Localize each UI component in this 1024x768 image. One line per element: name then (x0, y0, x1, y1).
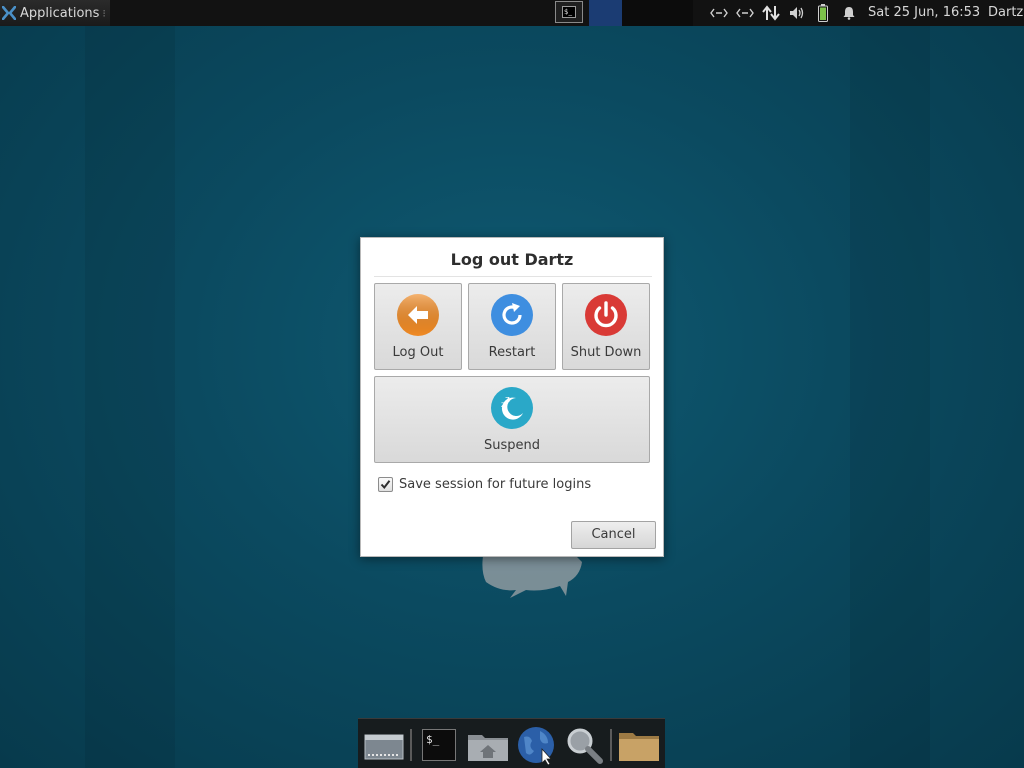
terminal-task-icon: $_ (562, 6, 576, 18)
save-session-row[interactable]: Save session for future logins (378, 477, 591, 492)
restart-button[interactable]: Restart (468, 283, 556, 370)
battery-icon[interactable] (810, 0, 836, 26)
shutdown-button[interactable]: Shut Down (562, 283, 650, 370)
dock-separator (410, 729, 412, 761)
save-session-checkbox[interactable] (378, 477, 393, 492)
search-icon[interactable] (562, 725, 606, 765)
system-tray (706, 0, 862, 26)
workspace-1-button[interactable] (589, 0, 622, 26)
wallpaper-band-left (85, 26, 175, 768)
volume-icon[interactable] (784, 0, 810, 26)
logout-button[interactable]: Log Out (374, 283, 462, 370)
workspace-2-button[interactable] (622, 0, 693, 26)
restart-label: Restart (488, 345, 536, 360)
restart-icon (491, 294, 533, 336)
dock-separator-2 (610, 729, 612, 761)
svg-text:z: z (505, 395, 510, 405)
top-panel: Applications ⁝ $_ Sat 25 Jun, 16:53 Dart… (0, 0, 1024, 26)
panel-separator: ⁝ (102, 6, 106, 20)
network-icon-2[interactable] (732, 0, 758, 26)
suspend-label: Suspend (483, 438, 540, 453)
applications-label: Applications (20, 5, 100, 21)
terminal-prompt-glyph: $_ (422, 729, 456, 761)
suspend-button[interactable]: z z Suspend (374, 376, 650, 463)
workspace-icon[interactable] (362, 725, 406, 765)
applications-menu[interactable]: Applications ⁝ (0, 0, 110, 26)
web-browser-icon[interactable] (514, 725, 558, 765)
power-icon (585, 294, 627, 336)
notification-bell-icon[interactable] (836, 0, 862, 26)
home-folder-icon[interactable] (466, 725, 510, 765)
xfce-logo-icon (2, 6, 16, 20)
checkmark-icon (380, 480, 391, 490)
task-list: $_ (555, 0, 693, 26)
moon-sleep-icon: z z (491, 387, 533, 429)
wallpaper-band-right (850, 26, 930, 768)
terminal-task-button[interactable]: $_ (555, 1, 583, 23)
cancel-button[interactable]: Cancel (571, 521, 656, 549)
shutdown-label: Shut Down (570, 345, 642, 360)
folder-icon[interactable] (617, 725, 661, 765)
save-session-label: Save session for future logins (399, 477, 592, 492)
user-menu[interactable]: Dartz (988, 0, 1023, 26)
logout-dialog: Log out Dartz Log Out Restart Shut Down (360, 237, 664, 557)
logout-arrow-icon (397, 294, 439, 336)
dock: $_ (358, 718, 665, 768)
title-divider (374, 276, 652, 277)
network-icon[interactable] (706, 0, 732, 26)
clock[interactable]: Sat 25 Jun, 16:53 (868, 0, 980, 26)
logout-label: Log Out (392, 345, 444, 360)
transfer-icon[interactable] (758, 0, 784, 26)
dialog-title: Log out Dartz (450, 250, 574, 269)
terminal-icon[interactable]: $_ (418, 725, 462, 765)
